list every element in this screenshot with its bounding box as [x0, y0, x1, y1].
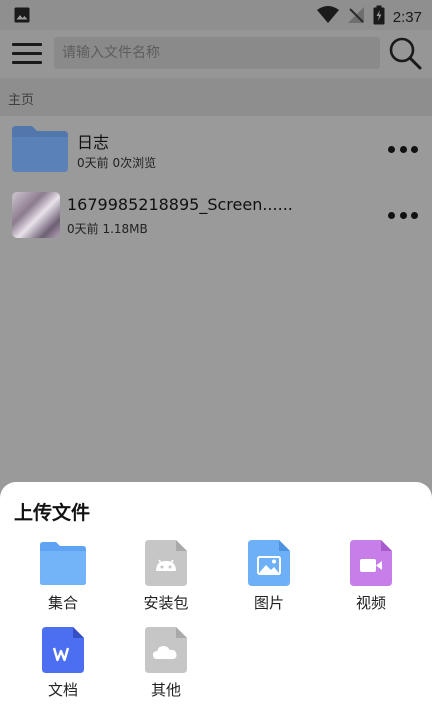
file-name: 日志 [77, 133, 110, 152]
android-icon [145, 540, 187, 586]
list-item[interactable]: 1679985218895_Screen...... 0天前 1.18MB [0, 182, 432, 238]
breadcrumb-bar: 主页 [0, 78, 432, 116]
option-label: 文档 [47, 681, 78, 699]
file-meta: 0天前 1.18MB [67, 222, 148, 236]
file-name: 1679985218895_Screen...... [67, 195, 293, 214]
video-icon [350, 540, 392, 586]
option-label: 集合 [47, 594, 78, 612]
cloud-icon [145, 627, 187, 673]
option-label: 视频 [355, 594, 386, 612]
upload-option-video[interactable]: 视频 [330, 540, 410, 620]
gallery-notification-icon [14, 7, 30, 27]
wifi-icon [316, 6, 339, 28]
search-icon [389, 37, 422, 70]
status-bar: 2:37 [0, 0, 432, 30]
image-thumbnail [12, 192, 60, 238]
upload-bottom-sheet: 上传文件 集合 安装包 图片 视频 文档 其他 [0, 482, 432, 720]
upload-option-apk[interactable]: 安装包 [125, 540, 205, 620]
more-icon [388, 145, 395, 153]
file-list: 日志 0天前 0次浏览 1679985218895_Screen...... 0… [0, 116, 432, 238]
option-label: 安装包 [143, 594, 189, 612]
search-input[interactable]: 请输入文件名称 [54, 37, 380, 69]
upload-option-other[interactable]: 其他 [125, 627, 205, 707]
menu-icon [12, 43, 42, 46]
sheet-title: 上传文件 [14, 502, 91, 524]
file-meta: 0天前 0次浏览 [77, 156, 157, 170]
more-icon [388, 211, 395, 219]
upload-option-image[interactable]: 图片 [228, 540, 308, 620]
option-label: 其他 [150, 681, 181, 699]
no-signal-icon [347, 6, 365, 28]
upload-option-document[interactable]: 文档 [22, 627, 102, 707]
word-doc-icon [42, 627, 84, 673]
more-options-button[interactable] [388, 141, 418, 157]
clock: 2:37 [392, 8, 422, 26]
top-app-bar: 请输入文件名称 [0, 30, 432, 78]
breadcrumb[interactable]: 主页 [8, 89, 34, 108]
folder-icon [40, 542, 86, 585]
battery-icon [373, 5, 385, 29]
menu-button[interactable] [10, 38, 44, 68]
upload-option-collection[interactable]: 集合 [22, 540, 102, 620]
search-button[interactable] [388, 36, 422, 70]
folder-icon [12, 126, 68, 172]
more-options-button[interactable] [388, 207, 418, 223]
list-item[interactable]: 日志 0天前 0次浏览 [0, 124, 432, 180]
option-label: 图片 [253, 594, 284, 612]
image-icon [248, 540, 290, 586]
